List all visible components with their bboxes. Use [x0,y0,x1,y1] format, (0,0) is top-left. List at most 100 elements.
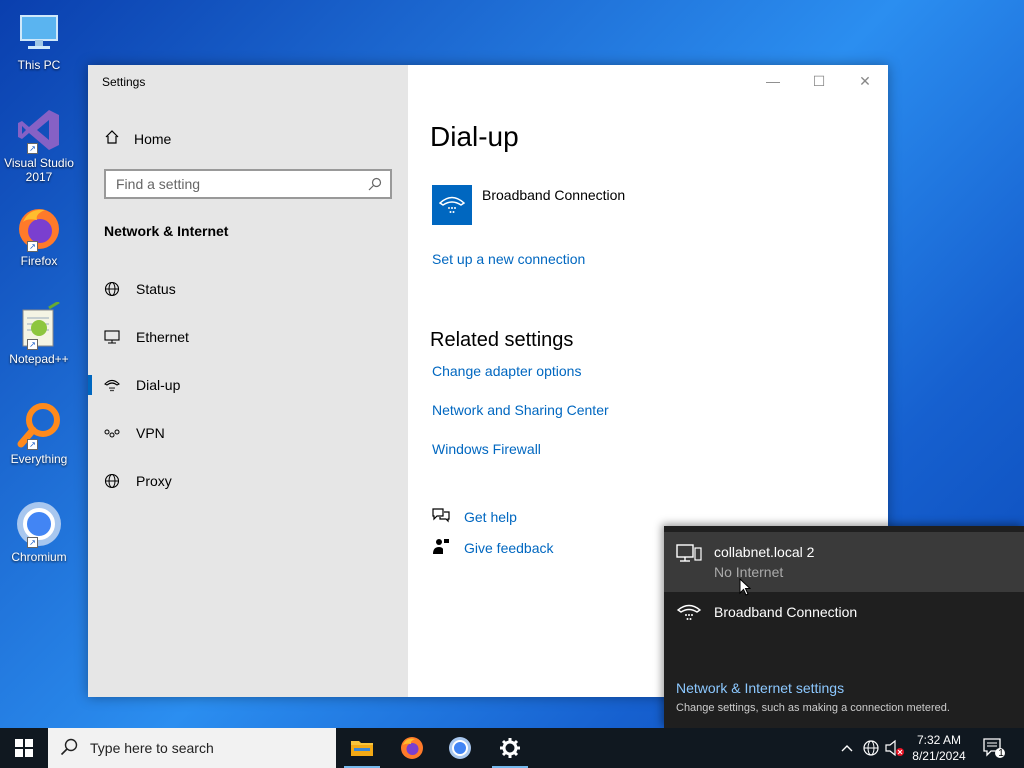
minimize-button[interactable]: — [750,71,796,91]
sidebar-item-label: Dial-up [136,377,181,393]
sidebar-item-label: Ethernet [136,329,189,345]
desktop-icon-firefox[interactable]: ↗ Firefox [2,204,76,268]
network-item-broadband[interactable]: Broadband Connection [664,596,1024,636]
taskbar-search-box[interactable]: Type here to search [48,728,336,768]
network-sharing-center-link[interactable]: Network and Sharing Center [432,402,609,418]
visual-studio-icon: ↗ [15,106,63,154]
desktop-icon-visual-studio[interactable]: ↗ Visual Studio 2017 [2,106,76,184]
network-tray-button[interactable] [860,728,882,768]
find-setting-search[interactable] [104,169,392,199]
mouse-cursor-icon [739,578,751,596]
desktop-icon-label: This PC [17,58,61,72]
clock-date: 8/21/2024 [912,749,966,763]
taskbar-settings[interactable] [486,728,534,768]
clock-time: 7:32 AM [916,733,962,747]
desktop-icon-everything[interactable]: ↗ Everything [2,402,76,466]
action-center-button[interactable]: 1 [980,728,1008,768]
desktop-icon-notepad-plus-plus[interactable]: ↗ Notepad++ [2,300,76,366]
network-internet-settings-link[interactable]: Network & Internet settings [676,680,844,696]
window-title: Settings [102,75,146,89]
taskbar-chromium[interactable] [436,728,484,768]
get-help-link[interactable]: Get help [432,507,517,526]
dialup-icon [432,185,472,225]
related-settings-heading: Related settings [430,329,574,351]
shortcut-arrow-icon: ↗ [27,339,38,350]
section-title: Network & Internet [104,223,229,239]
computer-icon [15,8,63,56]
volume-tray-button[interactable] [884,728,906,768]
sidebar-item-dialup[interactable]: Dial-up [88,361,408,409]
desktop-icon-chromium[interactable]: ↗ Chromium [2,500,76,564]
sidebar-item-status[interactable]: Status [88,265,408,313]
find-setting-input[interactable] [106,171,356,197]
network-computer-icon [676,544,702,571]
setup-new-connection-link[interactable]: Set up a new connection [432,251,585,267]
give-feedback-link[interactable]: Give feedback [432,538,554,557]
sidebar-item-proxy[interactable]: Proxy [88,457,408,505]
network-flyout: collabnet.local 2 No Internet Broadband … [664,526,1024,728]
close-button[interactable]: ✕ [842,71,888,91]
home-label: Home [134,130,172,147]
taskbar-firefox[interactable] [388,728,436,768]
chromium-icon [449,737,471,759]
get-help-label: Get help [464,508,517,525]
firefox-icon [401,737,423,759]
chromium-icon: ↗ [15,500,63,548]
desktop-icon-label: Everything [10,452,68,466]
dialup-icon [676,602,702,627]
sidebar-item-ethernet[interactable]: Ethernet [88,313,408,361]
taskbar-search-placeholder: Type here to search [90,740,214,756]
home-nav-item[interactable]: Home [104,129,171,148]
desktop-icon-this-pc[interactable]: This PC [2,8,76,72]
network-status: No Internet [714,564,784,580]
network-name: Broadband Connection [714,604,858,620]
chevron-up-icon [841,745,853,752]
taskbar-file-explorer[interactable] [338,728,386,768]
notification-count-badge: 1 [998,748,1004,759]
dialup-icon [104,377,120,393]
page-title: Dial-up [430,121,519,152]
sidebar-item-label: VPN [136,425,165,441]
windows-logo-icon [15,739,33,757]
connection-name: Broadband Connection [482,187,626,203]
shortcut-arrow-icon: ↗ [27,143,38,154]
change-adapter-options-link[interactable]: Change adapter options [432,363,581,379]
show-hidden-icons-button[interactable] [838,728,856,768]
search-icon[interactable] [368,177,382,196]
folder-icon [351,741,373,756]
desktop-icon-label: Notepad++ [9,352,69,366]
settings-sidebar: Settings Home Network & Internet Status [88,65,408,697]
firefox-icon: ↗ [15,204,63,252]
broadband-connection-item[interactable]: Broadband Connection [432,185,625,225]
status-globe-icon [104,281,120,297]
taskbar-clock[interactable]: 7:32 AM 8/21/2024 [904,732,974,764]
globe-icon [104,473,120,489]
start-button[interactable] [0,728,48,768]
sidebar-item-label: Status [136,281,176,297]
network-globe-icon [863,740,879,756]
everything-search-icon: ↗ [15,402,63,450]
feedback-person-icon [432,538,450,557]
network-name: collabnet.local 2 [714,544,815,560]
ethernet-icon [104,329,120,345]
give-feedback-label: Give feedback [464,539,554,556]
desktop-icon-label: Visual Studio 2017 [4,156,74,184]
network-settings-description: Change settings, such as making a connec… [676,702,950,714]
volume-muted-icon [885,739,904,757]
shortcut-arrow-icon: ↗ [27,241,38,252]
help-chat-icon [432,507,450,526]
taskbar: Type here to search 7:32 AM 8/21/2024 1 [0,728,1024,768]
sidebar-nav: Status Ethernet Dial-up VPN Proxy [88,265,408,505]
network-item-collabnet[interactable]: collabnet.local 2 No Internet [664,532,1024,592]
gear-icon [500,738,520,758]
vpn-icon [104,425,120,441]
sidebar-item-vpn[interactable]: VPN [88,409,408,457]
search-icon [60,738,78,759]
maximize-button[interactable]: ☐ [796,71,842,91]
shortcut-arrow-icon: ↗ [27,439,38,450]
sidebar-item-label: Proxy [136,473,172,489]
shortcut-arrow-icon: ↗ [27,537,38,548]
windows-firewall-link[interactable]: Windows Firewall [432,441,541,457]
home-icon [104,129,120,148]
desktop-icon-label: Firefox [20,254,58,268]
